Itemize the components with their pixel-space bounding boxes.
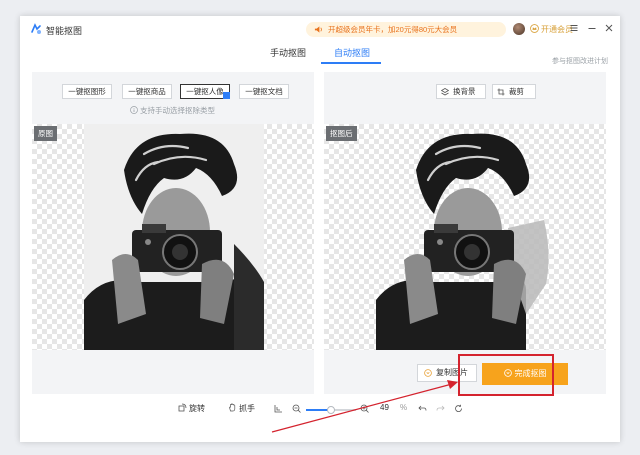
app-title: 智能抠图 [46, 26, 83, 36]
chip-document[interactable]: 一键抠文档 [239, 84, 289, 99]
rotate-button[interactable]: 旋转 [178, 403, 205, 414]
zoom-out-icon[interactable] [292, 404, 301, 413]
zoom-slider[interactable] [306, 406, 356, 414]
finish-cutout-button[interactable]: 完成抠图 [482, 363, 568, 385]
rotate-label: 旋转 [189, 404, 205, 413]
zoom-unit: % [400, 403, 408, 412]
result-image-label: 抠图后 [326, 126, 357, 141]
zoom-slider-thumb[interactable] [326, 406, 335, 414]
active-tab-indicator [321, 62, 381, 64]
info-icon [130, 106, 138, 114]
promo-banner[interactable]: 开超级会员年卡，加20元得80元大会员 [306, 22, 506, 37]
original-canvas[interactable]: 原图 [32, 124, 314, 350]
crop-label: 裁剪 [509, 87, 524, 96]
selected-badge-icon [223, 92, 230, 99]
finish-cutout-label: 完成抠图 [514, 369, 547, 378]
hint-text: 支持手动选择抠除类型 [130, 105, 215, 116]
minimize-icon[interactable] [586, 22, 598, 34]
menu-icon[interactable] [568, 22, 580, 34]
chip-label: 一键抠图形 [68, 87, 106, 96]
crop-icon [497, 88, 505, 96]
original-photo [84, 124, 264, 350]
close-icon[interactable] [603, 22, 615, 34]
chip-graphic[interactable]: 一键抠图形 [62, 84, 112, 99]
undo-icon[interactable] [418, 404, 427, 413]
redo-icon[interactable] [436, 404, 445, 413]
change-background-label: 换背景 [453, 87, 476, 96]
rotate-icon [178, 403, 187, 412]
original-image-label: 原图 [34, 126, 57, 141]
fit-screen-icon[interactable] [274, 404, 283, 413]
speaker-icon [314, 26, 322, 33]
app-logo-icon [31, 23, 41, 34]
promo-banner-text: 开超级会员年卡，加20元得80元大会员 [328, 25, 458, 34]
copy-icon [424, 369, 432, 377]
result-canvas[interactable]: 抠图后 [324, 124, 606, 350]
tab-manual[interactable]: 手动抠图 [270, 46, 306, 59]
chip-portrait[interactable]: 一键抠人像 [180, 84, 230, 99]
zoom-in-icon[interactable] [360, 404, 369, 413]
copy-image-button[interactable]: 复制图片 [417, 364, 477, 382]
zoom-value[interactable]: 49 [380, 403, 389, 412]
layers-icon [441, 88, 449, 96]
result-panel: 换背景 裁剪 抠图后 复制图片 完成抠图 [324, 72, 606, 394]
chip-label: 一键抠文档 [245, 87, 283, 96]
chip-product[interactable]: 一键抠商品 [122, 84, 172, 99]
grab-label: 抓手 [239, 404, 255, 413]
grab-button[interactable]: 抓手 [228, 403, 255, 414]
hint-label: 支持手动选择抠除类型 [140, 106, 215, 115]
mode-tabs: 手动抠图 自动抠图 参与抠图改进计划 [20, 43, 620, 66]
chip-label: 一键抠商品 [128, 87, 166, 96]
copy-image-label: 复制图片 [436, 368, 468, 377]
app-window: 智能抠图 开超级会员年卡，加20元得80元大会员 开通会员 手动抠图 自动抠图 … [20, 16, 620, 442]
avatar[interactable] [513, 23, 525, 35]
done-icon [503, 369, 512, 377]
reset-icon[interactable] [454, 404, 463, 413]
improvement-plan-link[interactable]: 参与抠图改进计划 [552, 56, 608, 66]
tab-auto[interactable]: 自动抠图 [334, 46, 370, 59]
original-panel: 一键抠图形 一键抠商品 一键抠人像 一键抠文档 支持手动选择抠除类型 原图 [32, 72, 314, 394]
chip-label: 一键抠人像 [186, 87, 224, 96]
change-background-button[interactable]: 换背景 [436, 84, 486, 99]
titlebar: 智能抠图 开超级会员年卡，加20元得80元大会员 开通会员 [20, 16, 620, 42]
crop-button[interactable]: 裁剪 [492, 84, 536, 99]
bottom-toolbar: 旋转 抓手 49 % [20, 400, 620, 418]
crown-icon [530, 24, 539, 33]
cutout-photo [376, 133, 549, 350]
hand-icon [229, 403, 236, 412]
vip-button[interactable]: 开通会员 [530, 24, 573, 35]
